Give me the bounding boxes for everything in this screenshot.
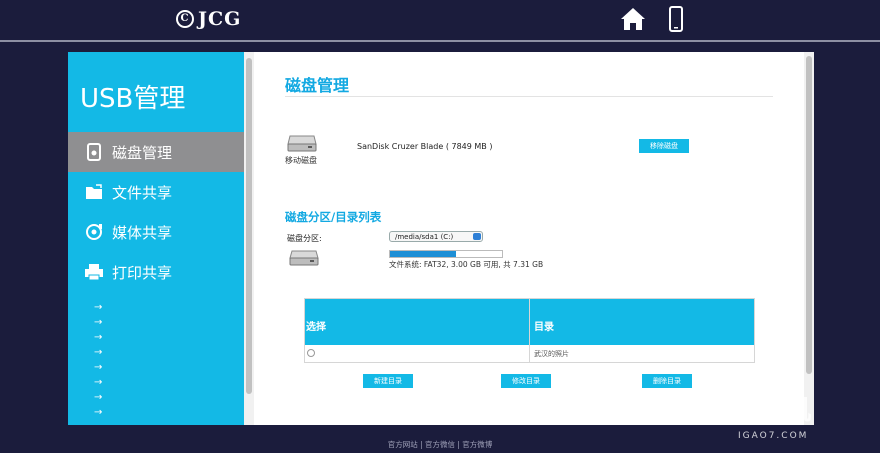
watermark-subtext: IGAO7.COM xyxy=(738,431,809,441)
sidebar-sub-link[interactable]: → xyxy=(94,362,106,373)
sidebar-sub-link[interactable]: → xyxy=(94,347,106,358)
sidebar-item-label: 媒体共享 xyxy=(112,223,173,242)
sidebar-item-disk-management[interactable]: 磁盘管理 xyxy=(68,132,244,172)
edit-directory-button[interactable]: 修改目录 xyxy=(501,374,551,388)
arrow-right-icon: → xyxy=(94,407,103,418)
content-scrollbar[interactable] xyxy=(804,52,814,425)
arrow-right-icon: → xyxy=(94,377,103,388)
title-divider xyxy=(285,96,773,97)
brand-name: JCG xyxy=(198,8,242,30)
directory-name: 武汉的照片 xyxy=(534,350,569,358)
folder-share-icon xyxy=(84,182,104,202)
disk-type-label: 移动磁盘 xyxy=(285,156,317,165)
arrow-right-icon: → xyxy=(94,302,103,313)
disk-name: SanDisk Cruzer Blade ( 7849 MB ) xyxy=(357,142,493,151)
sidebar-title: USB管理 xyxy=(80,84,186,114)
partition-section-title: 磁盘分区/目录列表 xyxy=(285,210,382,224)
sidebar-sub-link[interactable]: → xyxy=(94,317,106,328)
directory-table: 选择 目录 武汉的照片 xyxy=(304,298,755,363)
media-icon xyxy=(84,222,104,242)
delete-directory-button[interactable]: 删除目录 xyxy=(642,374,692,388)
top-bar: C JCG xyxy=(0,0,880,40)
disk-icon xyxy=(84,142,104,162)
header-select: 选择 xyxy=(306,322,326,333)
watermark: 爱搞机 xyxy=(692,388,811,427)
brand-mark-icon: C xyxy=(176,10,194,28)
arrow-right-icon: → xyxy=(94,362,103,373)
scrollbar-thumb[interactable] xyxy=(246,58,252,394)
scrollbar-thumb[interactable] xyxy=(806,56,812,374)
sidebar-sub-link[interactable]: → xyxy=(94,407,106,418)
watermark-logo-icon xyxy=(693,392,725,423)
sidebar-sub-link[interactable]: → xyxy=(94,332,106,343)
table-row[interactable]: 武汉的照片 xyxy=(305,345,754,361)
header-divider xyxy=(0,40,880,42)
printer-icon xyxy=(84,262,104,282)
new-directory-button[interactable]: 新建目录 xyxy=(363,374,413,388)
sidebar-item-print-share[interactable]: 打印共享 xyxy=(68,252,244,292)
partition-label: 磁盘分区: xyxy=(287,234,322,243)
partition-select[interactable]: /media/sda1 (C:) xyxy=(389,231,483,242)
header-directory: 目录 xyxy=(534,322,554,333)
phone-icon[interactable] xyxy=(668,6,684,36)
sidebar-item-file-share[interactable]: 文件共享 xyxy=(68,172,244,212)
sidebar-item-label: 文件共享 xyxy=(112,183,173,202)
remove-disk-button[interactable]: 移除磁盘 xyxy=(639,139,689,153)
sidebar-item-label: 打印共享 xyxy=(112,263,173,282)
content-area: 磁盘管理 移动磁盘 SanDisk Cruzer Blade ( 7849 MB… xyxy=(254,52,804,425)
brand-logo[interactable]: C JCG xyxy=(176,8,241,30)
arrow-right-icon: → xyxy=(94,347,103,358)
page-title: 磁盘管理 xyxy=(285,76,350,95)
row-radio[interactable] xyxy=(307,349,315,357)
sidebar-sub-link[interactable]: → xyxy=(94,377,106,388)
arrow-right-icon: → xyxy=(94,392,103,403)
chevron-down-icon xyxy=(473,233,481,240)
disk-usage-bar xyxy=(389,250,503,258)
watermark-text: 爱搞机 xyxy=(730,395,811,426)
arrow-right-icon: → xyxy=(94,332,103,343)
sidebar-sub-link[interactable]: → xyxy=(94,392,106,403)
sidebar-sub-link[interactable]: → xyxy=(94,302,106,313)
main-panel: USB管理 磁盘管理 文件共享 媒体共享 打印共享 → → → → → → → … xyxy=(68,52,814,425)
sidebar-item-media-share[interactable]: 媒体共享 xyxy=(68,212,244,252)
sidebar-scrollbar[interactable] xyxy=(244,52,254,425)
partition-disk-icon xyxy=(289,248,319,272)
partition-select-value: /media/sda1 (C:) xyxy=(395,232,454,241)
sidebar: USB管理 磁盘管理 文件共享 媒体共享 打印共享 → → → → → → → … xyxy=(68,52,244,425)
sidebar-item-label: 磁盘管理 xyxy=(112,143,173,162)
filesystem-info: 文件系统: FAT32, 3.00 GB 可用, 共 7.31 GB xyxy=(389,260,544,269)
disk-usage-fill xyxy=(390,251,457,257)
arrow-right-icon: → xyxy=(94,317,103,328)
home-icon[interactable] xyxy=(620,6,646,36)
